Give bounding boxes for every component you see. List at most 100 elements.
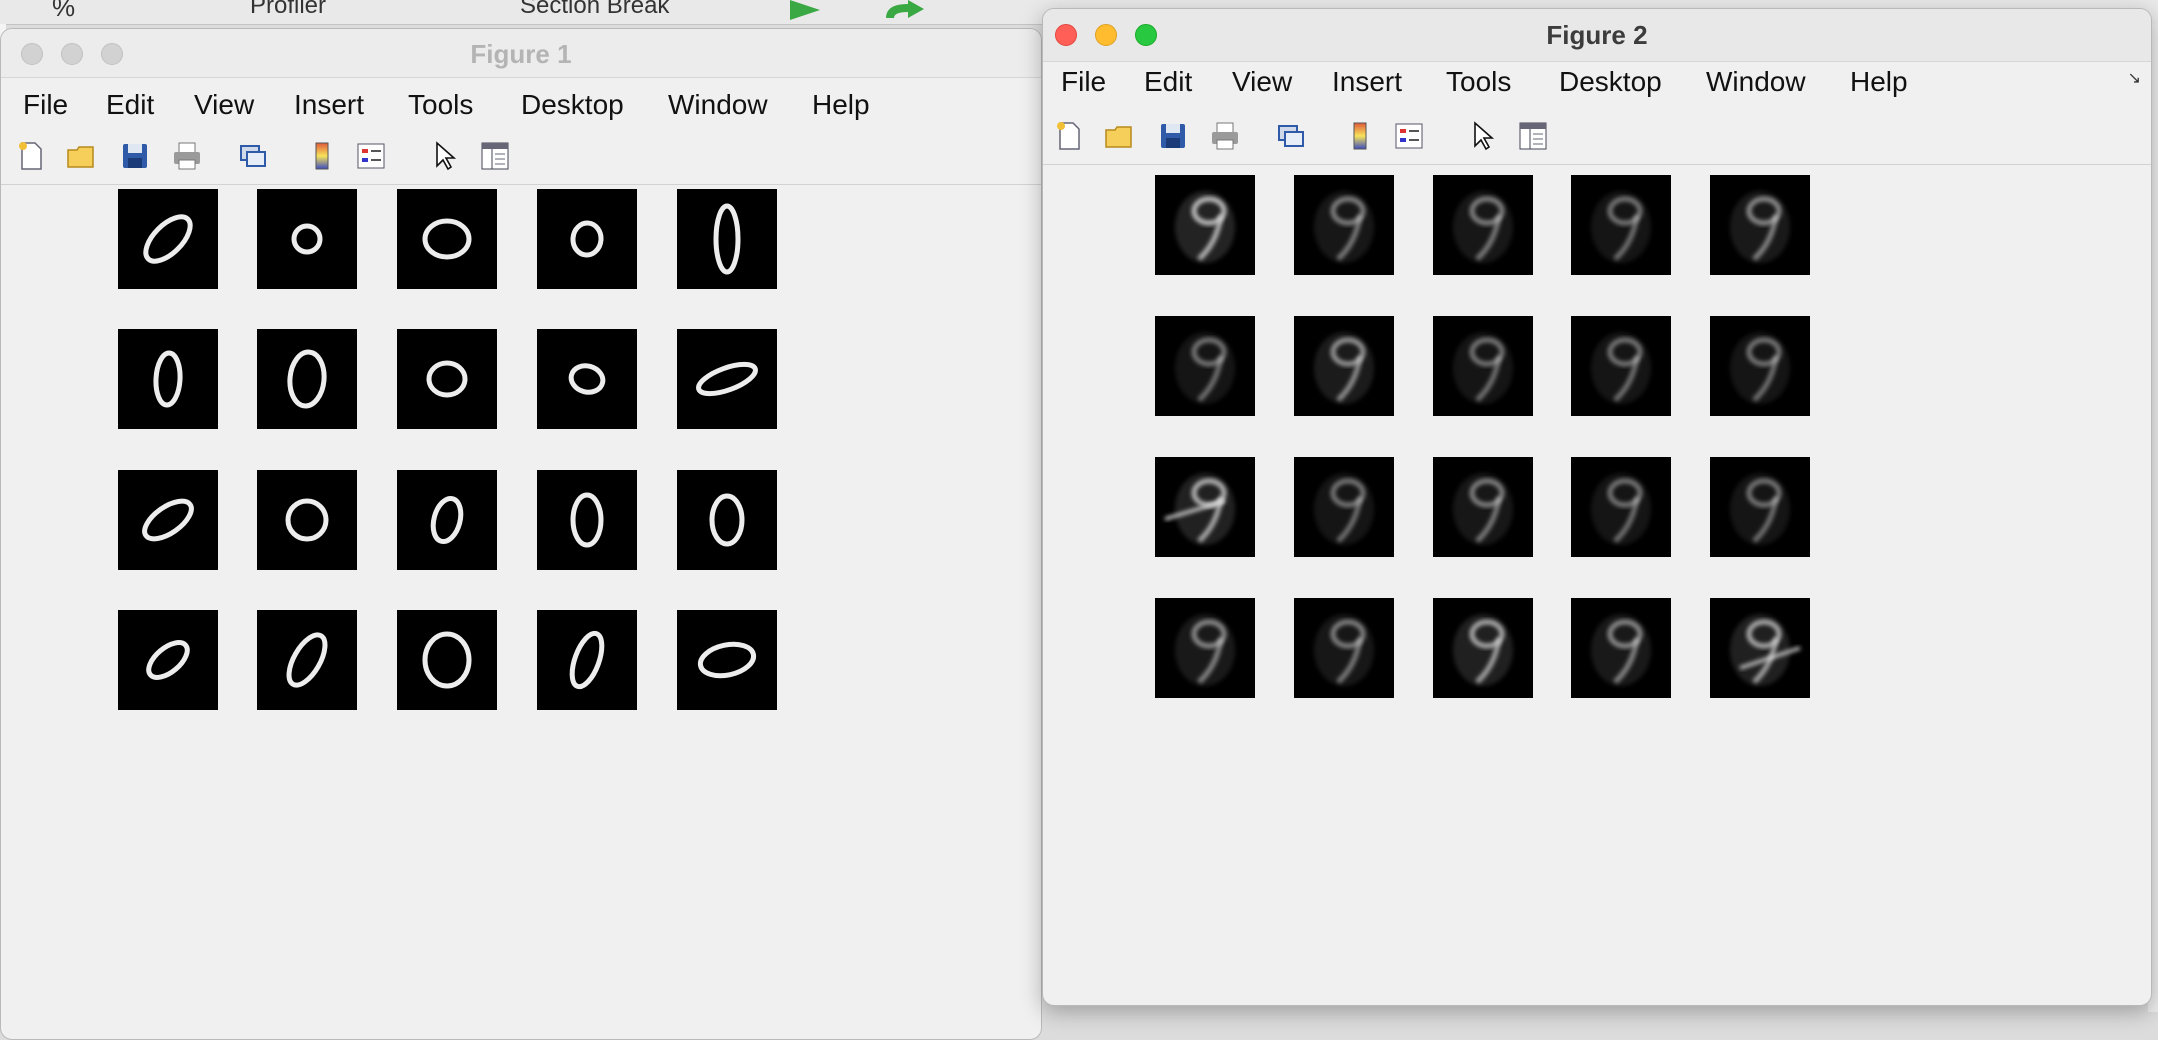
- window-title: Figure 1: [470, 39, 572, 69]
- blurred-digit: [1175, 332, 1235, 404]
- menu-tools[interactable]: Tools: [1446, 66, 1511, 98]
- print-icon[interactable]: [1209, 120, 1241, 152]
- toolbar-overflow-icon[interactable]: ↘: [2128, 68, 2141, 88]
- digit-image: [257, 189, 357, 289]
- digit-image: [257, 470, 357, 570]
- legend-icon[interactable]: [1393, 120, 1425, 152]
- digit-image: [397, 470, 497, 570]
- menu-help[interactable]: Help: [1850, 66, 1908, 98]
- generated-image: [1433, 316, 1533, 416]
- digit-image: [537, 189, 637, 289]
- percent-icon[interactable]: %: [52, 0, 75, 23]
- menu-edit[interactable]: Edit: [1144, 66, 1192, 98]
- generated-image: [1710, 598, 1810, 698]
- property-editor-icon[interactable]: [1517, 120, 1549, 152]
- menu-insert[interactable]: Insert: [294, 89, 364, 121]
- blurred-digit: [1164, 473, 1235, 545]
- print-icon[interactable]: [171, 140, 203, 172]
- blurred-digit: [1591, 332, 1651, 404]
- link-icon[interactable]: [237, 140, 269, 172]
- menu-tools[interactable]: Tools: [408, 89, 473, 121]
- menu-desktop[interactable]: Desktop: [521, 89, 624, 121]
- generated-image: [1710, 175, 1810, 275]
- figure-toolbar: [1043, 108, 2151, 165]
- digit-stroke: [142, 498, 194, 542]
- digit-stroke: [697, 641, 757, 679]
- generated-image: [1294, 175, 1394, 275]
- profiler-button[interactable]: Profiler: [250, 0, 326, 20]
- digit-stroke: [291, 223, 323, 255]
- legend-icon[interactable]: [355, 140, 387, 172]
- generated-image: [1571, 316, 1671, 416]
- new-figure-icon[interactable]: [15, 140, 47, 172]
- generated-image: [1571, 457, 1671, 557]
- save-icon[interactable]: [1157, 120, 1189, 152]
- digit-stroke: [570, 220, 604, 258]
- figure-toolbar: [1, 128, 1041, 185]
- blurred-digit: [1314, 191, 1374, 263]
- digit-image: [537, 610, 637, 710]
- blurred-digit: [1453, 332, 1513, 404]
- menu-insert[interactable]: Insert: [1332, 66, 1402, 98]
- menu-view[interactable]: View: [1232, 66, 1292, 98]
- generated-image: [1433, 457, 1533, 557]
- digit-stroke: [426, 360, 468, 398]
- menu-bar: File Edit View Insert Tools Desktop Wind…: [1043, 62, 2151, 112]
- pointer-icon[interactable]: [429, 140, 461, 172]
- blurred-digit: [1591, 614, 1651, 686]
- blurred-digit: [1175, 614, 1235, 686]
- generated-image: [1433, 598, 1533, 698]
- blurred-digit: [1453, 473, 1513, 545]
- new-figure-icon[interactable]: [1053, 120, 1085, 152]
- digit-stroke: [713, 203, 741, 275]
- digit-image: [677, 610, 777, 710]
- digit-stroke: [570, 492, 604, 548]
- run-icon[interactable]: [786, 0, 826, 20]
- generated-image: [1155, 457, 1255, 557]
- generated-image: [1433, 175, 1533, 275]
- digit-stroke: [569, 630, 605, 690]
- digit-image: [677, 470, 777, 570]
- digit-image: [677, 189, 777, 289]
- figure-2-window[interactable]: Figure 2 File Edit View Insert Tools Des…: [1042, 8, 2152, 1006]
- menu-file[interactable]: File: [1061, 66, 1106, 98]
- digit-image: [257, 610, 357, 710]
- figure-1-window[interactable]: Figure 1 File Edit View Insert Tools Des…: [0, 28, 1042, 1040]
- digit-image: [397, 329, 497, 429]
- generated-image: [1155, 316, 1255, 416]
- colorbar-icon[interactable]: [306, 140, 338, 172]
- save-icon[interactable]: [119, 140, 151, 172]
- digit-stroke: [143, 214, 193, 264]
- digit-image: [118, 189, 218, 289]
- menu-edit[interactable]: Edit: [106, 89, 154, 121]
- digit-stroke: [153, 350, 183, 408]
- digit-stroke: [287, 349, 327, 409]
- colorbar-icon[interactable]: [1344, 120, 1376, 152]
- generated-image: [1155, 175, 1255, 275]
- open-file-icon[interactable]: [1103, 120, 1135, 152]
- blurred-digit: [1453, 191, 1513, 263]
- menu-window[interactable]: Window: [1706, 66, 1806, 98]
- generated-image: [1294, 457, 1394, 557]
- section-break-button[interactable]: Section Break: [520, 0, 669, 20]
- advance-icon[interactable]: [880, 0, 930, 20]
- menu-window[interactable]: Window: [668, 89, 768, 121]
- property-editor-icon[interactable]: [479, 140, 511, 172]
- digit-image: [118, 610, 218, 710]
- menu-desktop[interactable]: Desktop: [1559, 66, 1662, 98]
- digit-stroke: [422, 631, 472, 689]
- menu-view[interactable]: View: [194, 89, 254, 121]
- menu-file[interactable]: File: [23, 89, 68, 121]
- figure-1-titlebar[interactable]: Figure 1: [1, 29, 1041, 78]
- figure-2-titlebar[interactable]: Figure 2: [1043, 9, 2151, 62]
- menu-help[interactable]: Help: [812, 89, 870, 121]
- pointer-icon[interactable]: [1467, 120, 1499, 152]
- blurred-digit: [1730, 473, 1790, 545]
- blurred-digit: [1730, 191, 1790, 263]
- digit-stroke: [286, 632, 328, 688]
- digit-stroke: [568, 363, 606, 395]
- digit-image: [397, 610, 497, 710]
- link-icon[interactable]: [1275, 120, 1307, 152]
- digit-image: [257, 329, 357, 429]
- open-file-icon[interactable]: [65, 140, 97, 172]
